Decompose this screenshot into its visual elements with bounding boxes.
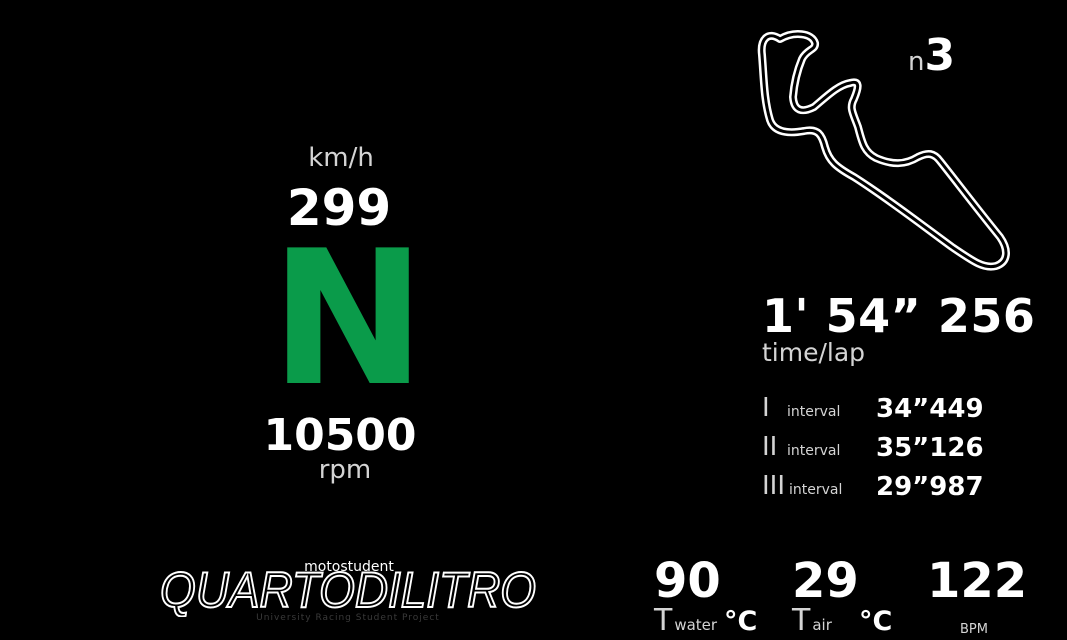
logo-main-text: QUARTODILITRO	[160, 563, 536, 617]
interval-row: II interval 35”126	[760, 432, 1020, 471]
water-temp-label: Twater	[654, 603, 718, 638]
lap-number: 3	[924, 30, 956, 81]
logo-sub-text: University Racing Student Project	[256, 613, 440, 623]
interval-roman: II	[762, 432, 778, 462]
lap-time-value: 1' 54” 256	[762, 289, 1036, 343]
interval-row: I interval 34”449	[760, 393, 1020, 432]
interval-roman: I	[762, 393, 770, 423]
air-temp-value: 29	[792, 553, 859, 609]
gear-indicator: N	[270, 210, 426, 427]
interval-roman: III	[762, 471, 786, 501]
interval-label: interval	[787, 404, 841, 420]
heart-rate-unit: BPM	[960, 622, 988, 637]
quartodilitro-logo: QUARTODILITRO	[159, 563, 537, 617]
water-temp-unit: °C	[724, 606, 758, 637]
rpm-unit: rpm	[318, 455, 372, 485]
lap-counter: n3	[908, 30, 955, 81]
interval-time: 29”987	[876, 472, 984, 502]
interval-list: I interval 34”449 II interval 35”126 III…	[760, 393, 1020, 510]
interval-time: 35”126	[876, 433, 984, 463]
interval-time: 34”449	[876, 394, 984, 424]
lap-prefix: n	[908, 47, 925, 77]
air-temp-label: Tair	[792, 603, 832, 638]
water-temp-value: 90	[654, 553, 721, 609]
lap-time-label: time/lap	[762, 338, 866, 367]
air-temp-unit: °C	[859, 606, 893, 637]
heart-rate-value: 122	[927, 553, 1028, 609]
interval-row: III interval 29”987	[760, 471, 1020, 510]
interval-label: interval	[789, 482, 843, 498]
rpm-value: 10500	[263, 410, 417, 461]
track-map-icon	[757, 30, 1010, 271]
speed-unit: km/h	[308, 143, 374, 173]
dashboard-screen: { "speed": { "unit": "km/h", "value": "2…	[0, 0, 1067, 640]
interval-label: interval	[787, 443, 841, 459]
